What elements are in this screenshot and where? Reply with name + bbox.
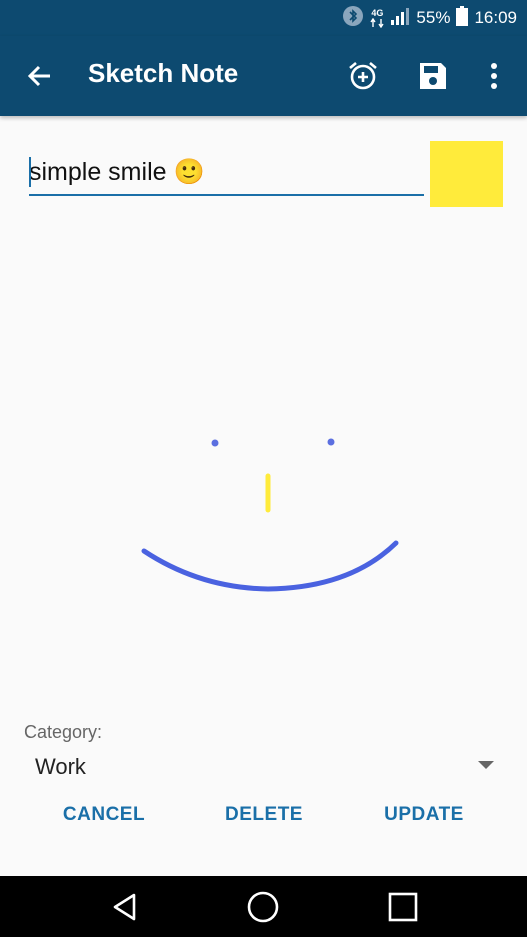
dropdown-arrow-icon xyxy=(478,761,494,769)
recents-nav-icon[interactable] xyxy=(384,888,422,926)
battery-percent: 55% xyxy=(416,8,451,27)
navigation-bar xyxy=(0,876,527,937)
app-bar: Sketch Note xyxy=(0,36,527,116)
status-bar: 4G 55% 16:09 xyxy=(0,0,527,36)
sketch-canvas[interactable] xyxy=(0,210,527,710)
category-value: Work xyxy=(35,754,86,779)
bluetooth-icon xyxy=(342,5,364,32)
delete-button[interactable]: DELETE xyxy=(214,804,314,834)
clock: 16:09 xyxy=(474,8,517,27)
text-cursor xyxy=(29,157,31,187)
signal-icon xyxy=(390,6,410,31)
cancel-button[interactable]: CANCEL xyxy=(54,804,154,834)
update-button[interactable]: UPDATE xyxy=(374,804,474,834)
left-eye xyxy=(211,439,219,447)
network-icon: 4G xyxy=(370,8,385,28)
page-title: Sketch Note xyxy=(88,58,239,88)
back-nav-icon[interactable] xyxy=(106,888,144,926)
status-indicators: 4G 55% 16:09 xyxy=(342,0,517,36)
more-vert-icon[interactable] xyxy=(480,57,508,95)
alarm-add-icon[interactable] xyxy=(344,57,382,95)
network-type-label: 4G xyxy=(371,8,384,18)
note-title-input[interactable] xyxy=(29,150,424,196)
category-dropdown[interactable]: Work xyxy=(24,748,504,784)
battery-icon xyxy=(456,5,469,31)
note-color-swatch[interactable] xyxy=(430,141,503,207)
right-eye xyxy=(327,438,335,446)
save-icon[interactable] xyxy=(414,57,452,95)
category-label: Category: xyxy=(24,722,103,742)
mouth-stroke xyxy=(141,540,399,592)
arrow-back-icon[interactable] xyxy=(22,58,58,94)
home-nav-icon[interactable] xyxy=(244,888,282,926)
